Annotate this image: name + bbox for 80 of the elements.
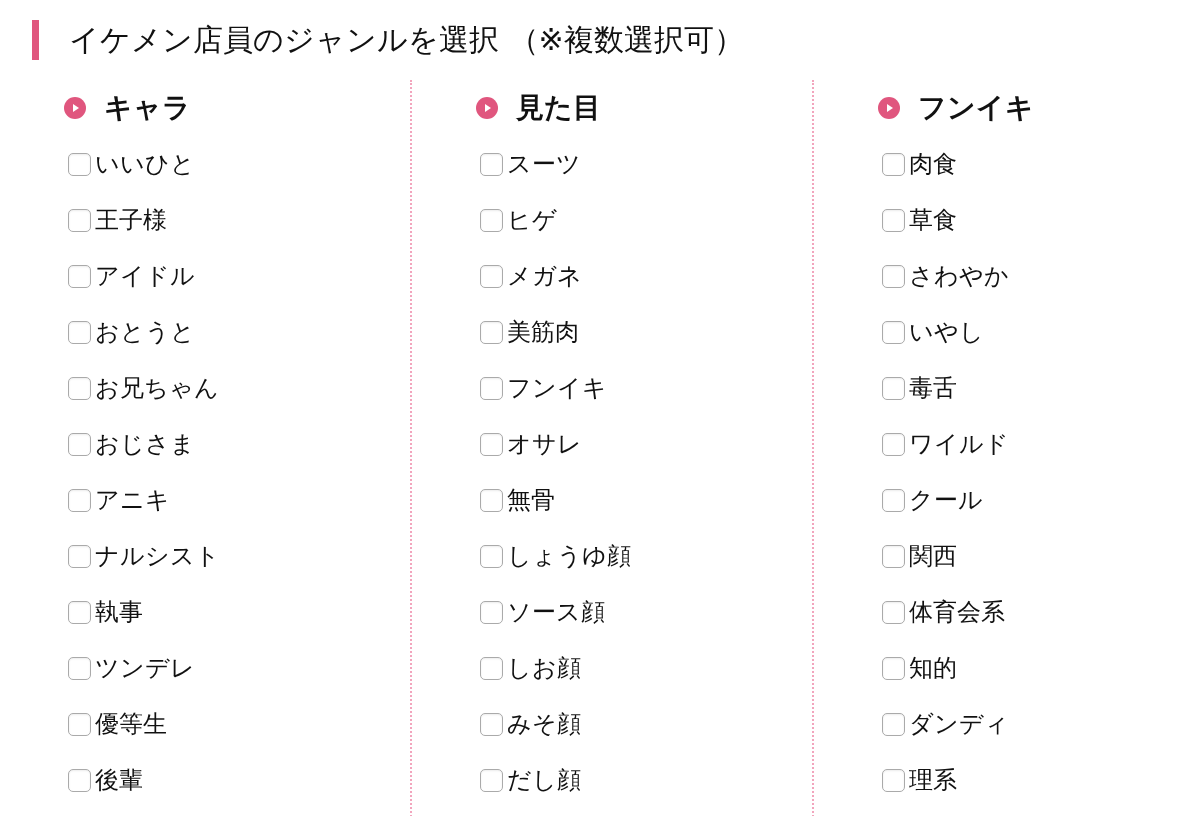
checkbox[interactable] <box>882 152 905 176</box>
checkbox[interactable] <box>68 544 91 568</box>
option-label[interactable]: ヒゲ <box>507 204 557 236</box>
option-label[interactable]: 草食 <box>909 204 957 236</box>
option-label[interactable]: 無骨 <box>507 484 555 516</box>
option-label[interactable]: オサレ <box>507 428 582 460</box>
checkbox[interactable] <box>68 488 91 512</box>
option-label[interactable]: お兄ちゃん <box>95 372 219 404</box>
group-heading: 見た目 <box>516 90 601 126</box>
checkbox[interactable] <box>68 264 91 288</box>
checkbox[interactable] <box>68 712 91 736</box>
checkbox[interactable] <box>68 432 91 456</box>
option-label[interactable]: クール <box>909 484 983 516</box>
option-label[interactable]: さわやか <box>909 260 1009 292</box>
checkbox[interactable] <box>68 376 91 400</box>
option-label[interactable]: 王子様 <box>95 204 167 236</box>
checkbox[interactable] <box>480 488 503 512</box>
option-label[interactable]: 後輩 <box>95 764 143 796</box>
option-label[interactable]: みそ顔 <box>507 708 581 740</box>
checkbox[interactable] <box>882 320 905 344</box>
option-label[interactable]: 毒舌 <box>909 372 957 404</box>
group-heading: キャラ <box>104 90 191 126</box>
option-label[interactable]: おじさま <box>95 428 195 460</box>
play-circle-icon <box>64 97 86 119</box>
checkbox[interactable] <box>68 320 91 344</box>
checkbox[interactable] <box>480 320 503 344</box>
checkbox[interactable] <box>882 432 905 456</box>
option-label[interactable]: 知的 <box>909 652 957 684</box>
heading-accent-bar <box>32 20 39 60</box>
checkbox[interactable] <box>68 656 91 680</box>
option-label[interactable]: スーツ <box>507 148 581 180</box>
option-label[interactable]: だし顔 <box>507 764 581 796</box>
option-label[interactable]: アニキ <box>95 484 170 516</box>
checkbox[interactable] <box>882 544 905 568</box>
checkbox[interactable] <box>480 152 503 176</box>
checkbox[interactable] <box>480 600 503 624</box>
option-label[interactable]: 関西 <box>909 540 957 572</box>
option-label[interactable]: ワイルド <box>909 428 1009 460</box>
checkbox[interactable] <box>480 432 503 456</box>
play-circle-icon <box>878 97 900 119</box>
option-label[interactable]: 理系 <box>909 764 957 796</box>
checkbox[interactable] <box>480 656 503 680</box>
option-label[interactable]: ツンデレ <box>95 652 195 684</box>
option-label[interactable]: ナルシスト <box>95 540 220 572</box>
checkbox[interactable] <box>480 208 503 232</box>
play-circle-icon <box>476 97 498 119</box>
checkbox[interactable] <box>480 376 503 400</box>
option-label[interactable]: フンイキ <box>507 372 607 404</box>
checkbox[interactable] <box>882 600 905 624</box>
checkbox[interactable] <box>882 376 905 400</box>
checkbox[interactable] <box>68 600 91 624</box>
checkbox[interactable] <box>480 264 503 288</box>
option-label[interactable]: しお顔 <box>507 652 581 684</box>
checkbox[interactable] <box>882 656 905 680</box>
checkbox[interactable] <box>882 208 905 232</box>
checkbox[interactable] <box>882 488 905 512</box>
option-label[interactable]: ソース顔 <box>507 596 605 628</box>
option-label[interactable]: いやし <box>909 316 984 348</box>
option-label[interactable]: ダンディ <box>909 708 1009 740</box>
checkbox[interactable] <box>480 544 503 568</box>
checkbox[interactable] <box>480 712 503 736</box>
option-label[interactable]: 肉食 <box>909 148 957 180</box>
option-label[interactable]: 美筋肉 <box>507 316 579 348</box>
option-label[interactable]: 体育会系 <box>909 596 1005 628</box>
checkbox[interactable] <box>480 768 503 792</box>
checkbox[interactable] <box>882 712 905 736</box>
option-label[interactable]: おとうと <box>95 316 195 348</box>
checkbox[interactable] <box>68 152 91 176</box>
option-label[interactable]: 執事 <box>95 596 143 628</box>
checkbox[interactable] <box>68 208 91 232</box>
option-label[interactable]: アイドル <box>95 260 195 292</box>
option-label[interactable]: メガネ <box>507 260 582 292</box>
option-label[interactable]: 優等生 <box>95 708 167 740</box>
option-label[interactable]: いいひと <box>95 148 195 180</box>
option-label[interactable]: しょうゆ顔 <box>507 540 631 572</box>
checkbox[interactable] <box>882 264 905 288</box>
checkbox[interactable] <box>882 768 905 792</box>
page-title: イケメン店員のジャンルを選択 （※複数選択可） <box>69 20 744 59</box>
group-heading: フンイキ <box>918 90 1034 126</box>
checkbox[interactable] <box>68 768 91 792</box>
